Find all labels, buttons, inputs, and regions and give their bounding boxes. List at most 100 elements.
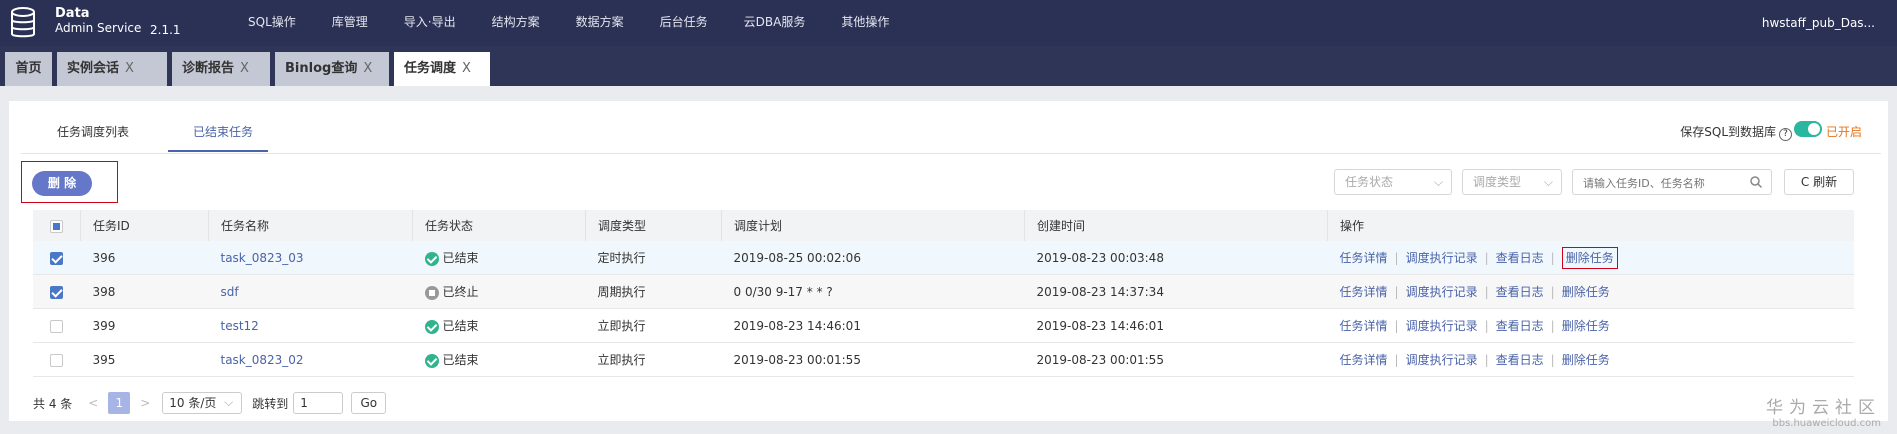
tab-binlog-query[interactable]: Binlog查询 X <box>275 52 389 86</box>
row-checkbox[interactable] <box>50 285 64 299</box>
refresh-button[interactable]: C 刷新 <box>1784 169 1854 195</box>
separator: | <box>1550 353 1555 367</box>
row-checkbox[interactable] <box>50 319 64 333</box>
page-size-select[interactable]: 10 条/页 ⌵ <box>162 392 243 414</box>
task-name-link[interactable]: task_0823_02 <box>208 342 413 377</box>
separator: | <box>1550 319 1555 333</box>
total-count: 共 4 条 <box>33 396 73 411</box>
status-finished-icon <box>424 319 439 334</box>
task-status: 已终止 <box>412 274 586 309</box>
sub-tabs: 任务调度列表 已结束任务 <box>21 101 1881 154</box>
search-input[interactable] <box>1581 171 1745 195</box>
view-log-link[interactable]: 查看日志 <box>1496 319 1544 333</box>
col-schedule-type[interactable]: 调度类型 <box>585 210 722 241</box>
schedule-plan: 0 0/30 9-17 * * ? <box>721 274 1025 309</box>
col-schedule-plan[interactable]: 调度计划 <box>721 210 1025 241</box>
close-icon[interactable]: X <box>462 61 471 76</box>
page-1-button[interactable]: 1 <box>108 392 131 414</box>
row-checkbox[interactable] <box>50 251 64 265</box>
nav-sql[interactable]: SQL操作 <box>230 0 314 46</box>
delete-task-link[interactable]: 删除任务 <box>1562 285 1610 299</box>
delete-button[interactable]: 删 除 <box>32 171 92 196</box>
table-row: 395 task_0823_02 已结束 立即执行 2019-08-23 00:… <box>33 342 1854 377</box>
task-name-link[interactable]: sdf <box>208 274 413 309</box>
created-time: 2019-08-23 14:46:01 <box>1024 308 1328 343</box>
nav-schema-plan[interactable]: 结构方案 <box>474 0 558 46</box>
schedule-type-select[interactable]: 调度类型 ⌵ <box>1462 169 1562 195</box>
user-menu[interactable]: hwstaff_pub_Das... <box>1762 0 1875 46</box>
save-sql-toggle[interactable] <box>1794 121 1822 137</box>
subtab-finished-tasks[interactable]: 已结束任务 <box>193 123 253 140</box>
task-detail-link[interactable]: 任务详情 <box>1340 319 1388 333</box>
close-icon[interactable]: X <box>240 61 249 76</box>
task-status-select[interactable]: 任务状态 ⌵ <box>1334 169 1452 195</box>
view-log-link[interactable]: 查看日志 <box>1496 353 1544 367</box>
nav-cloud-dba[interactable]: 云DBA服务 <box>726 0 824 46</box>
exec-record-link[interactable]: 调度执行记录 <box>1406 319 1478 333</box>
task-detail-link[interactable]: 任务详情 <box>1340 285 1388 299</box>
nav-background-tasks[interactable]: 后台任务 <box>642 0 726 46</box>
created-time: 2019-08-23 00:01:55 <box>1024 342 1328 377</box>
col-task-status[interactable]: 任务状态 <box>412 210 586 241</box>
help-icon[interactable]: ? <box>1779 128 1792 141</box>
nav-other[interactable]: 其他操作 <box>823 0 907 46</box>
tab-task-schedule[interactable]: 任务调度 X <box>394 52 490 86</box>
active-subtab-indicator <box>168 150 268 152</box>
status-text: 已结束 <box>442 319 479 333</box>
subtab-schedule-list[interactable]: 任务调度列表 <box>57 123 129 140</box>
top-bar: Data Admin Service 2.1.1 SQL操作 库管理 导入·导出… <box>0 0 1897 46</box>
task-id: 396 <box>80 241 209 275</box>
row-checkbox[interactable] <box>50 353 64 367</box>
jump-page-input[interactable]: 1 <box>293 392 344 414</box>
brand: Data Admin Service 2.1.1 <box>55 7 181 38</box>
nav-import-export[interactable]: 导入·导出 <box>386 0 474 46</box>
delete-task-link[interactable]: 删除任务 <box>1562 353 1610 367</box>
col-created-time[interactable]: 创建时间 <box>1024 210 1328 241</box>
actions-cell: 任务详情 | 调度执行记录 | 查看日志 | 删除任务 <box>1327 342 1854 377</box>
tab-instance-session[interactable]: 实例会话 X <box>57 52 167 86</box>
schedule-type: 定时执行 <box>585 241 722 275</box>
tab-home[interactable]: 首页 <box>5 52 52 86</box>
close-icon[interactable]: X <box>125 61 134 76</box>
prev-page-icon[interactable]: < <box>82 392 104 414</box>
delete-task-link[interactable]: 删除任务 <box>1562 319 1610 333</box>
select-value: 调度类型 <box>1473 175 1522 189</box>
tab-label: 任务调度 <box>404 61 457 76</box>
search-icon[interactable] <box>1749 175 1763 189</box>
task-id: 399 <box>80 308 209 343</box>
status-finished-icon <box>424 353 439 368</box>
task-detail-link[interactable]: 任务详情 <box>1340 353 1388 367</box>
created-time: 2019-08-23 14:37:34 <box>1024 274 1328 309</box>
col-task-id[interactable]: 任务ID <box>80 210 209 241</box>
schedule-plan: 2019-08-23 00:01:55 <box>721 342 1025 377</box>
delete-task-link[interactable]: 删除任务 <box>1561 247 1618 269</box>
col-task-name[interactable]: 任务名称 <box>208 210 413 241</box>
exec-record-link[interactable]: 调度执行记录 <box>1406 353 1478 367</box>
nav-database[interactable]: 库管理 <box>314 0 386 46</box>
tab-label: 实例会话 <box>67 61 120 76</box>
main-nav: SQL操作 库管理 导入·导出 结构方案 数据方案 后台任务 云DBA服务 其他… <box>230 0 907 46</box>
exec-record-link[interactable]: 调度执行记录 <box>1406 285 1478 299</box>
task-name-link[interactable]: test12 <box>208 308 413 343</box>
nav-data-plan[interactable]: 数据方案 <box>558 0 642 46</box>
tab-bar: 首页 实例会话 X 诊断报告 X Binlog查询 X 任务调度 X <box>0 46 1897 86</box>
separator: | <box>1394 251 1399 265</box>
tab-diagnosis-report[interactable]: 诊断报告 X <box>172 52 270 86</box>
task-detail-link[interactable]: 任务详情 <box>1340 251 1388 265</box>
exec-record-link[interactable]: 调度执行记录 <box>1406 251 1478 265</box>
actions-cell: 任务详情 | 调度执行记录 | 查看日志 | 删除任务 <box>1327 274 1854 309</box>
status-finished-icon <box>424 251 439 266</box>
separator: | <box>1484 353 1489 367</box>
go-button[interactable]: Go <box>351 392 387 414</box>
select-all-checkbox[interactable] <box>50 219 63 233</box>
task-id: 395 <box>80 342 209 377</box>
watermark-line1: 华为云社区 <box>1766 398 1881 418</box>
close-icon[interactable]: X <box>363 61 372 76</box>
next-page-icon[interactable]: > <box>134 392 156 414</box>
watermark-line2: bbs.huaweicloud.com <box>1772 418 1881 429</box>
page-size-value: 10 条/页 <box>169 396 217 410</box>
task-name-link[interactable]: task_0823_03 <box>208 241 413 275</box>
jump-label: 跳转到 <box>252 396 289 411</box>
view-log-link[interactable]: 查看日志 <box>1496 251 1544 265</box>
view-log-link[interactable]: 查看日志 <box>1496 285 1544 299</box>
